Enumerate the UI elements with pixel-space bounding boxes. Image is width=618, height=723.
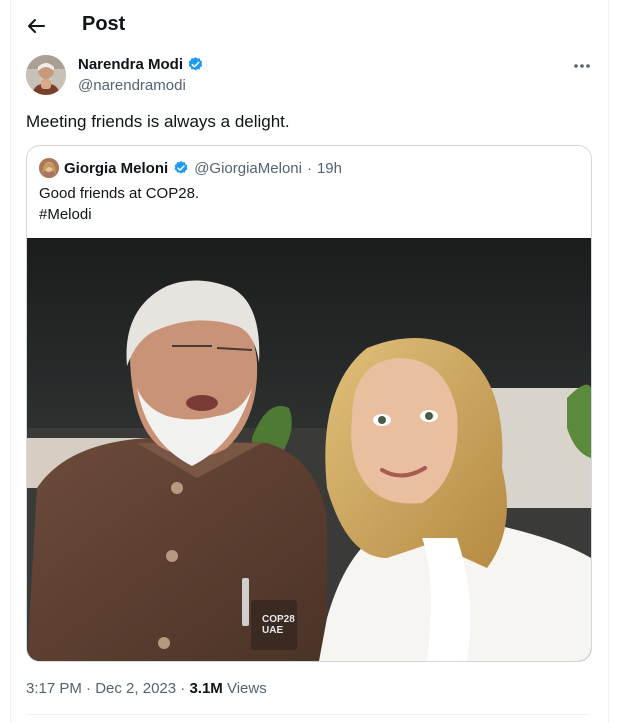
views-label: Views [226,680,267,697]
selfie-photo-image[interactable] [27,238,591,661]
avatar[interactable] [26,55,66,95]
page-title: Post [82,13,126,35]
quote-time[interactable]: 19h [317,160,342,177]
post-date[interactable]: Dec 2, 2023 [95,680,176,697]
author-name[interactable]: Narendra Modi [78,56,204,73]
arrow-left-icon [28,19,45,33]
post-meta-row: 3:17 PM · Dec 2, 2023 · 3.1M Views [26,680,267,697]
quote-avatar[interactable] [39,158,59,178]
quote-header: Giorgia Meloni @GiorgiaMeloni · 19h [39,158,342,178]
post-text: Meeting friends is always a delight. [26,112,290,131]
quote-separator: · [306,159,312,177]
quote-avatar-image [39,158,59,178]
quote-author-name[interactable]: Giorgia Meloni [64,160,168,177]
hashtag-link[interactable]: #Melodi [39,206,92,223]
meta-separator: · [86,680,92,697]
back-button[interactable] [22,12,50,40]
views-count[interactable]: 3.1M [189,680,222,697]
post-time[interactable]: 3:17 PM [26,680,82,697]
quote-card[interactable]: Giorgia Meloni @GiorgiaMeloni · 19h Good… [26,145,592,662]
author-handle[interactable]: @narendramodi [78,77,186,94]
top-bar: Post [0,0,618,52]
author-name-text: Narendra Modi [78,56,184,73]
verified-badge-icon [174,161,188,174]
quote-handle[interactable]: @GiorgiaMeloni [194,160,302,177]
more-horizontal-icon [574,64,590,68]
more-button[interactable] [570,57,594,75]
avatar-image [26,55,66,95]
meta-separator: · [180,680,186,697]
verified-badge-icon [188,57,203,71]
divider [26,714,590,715]
cop28-badge-label: COP28 UAE [262,614,295,636]
quote-text-line: Good friends at COP28. [39,185,200,202]
